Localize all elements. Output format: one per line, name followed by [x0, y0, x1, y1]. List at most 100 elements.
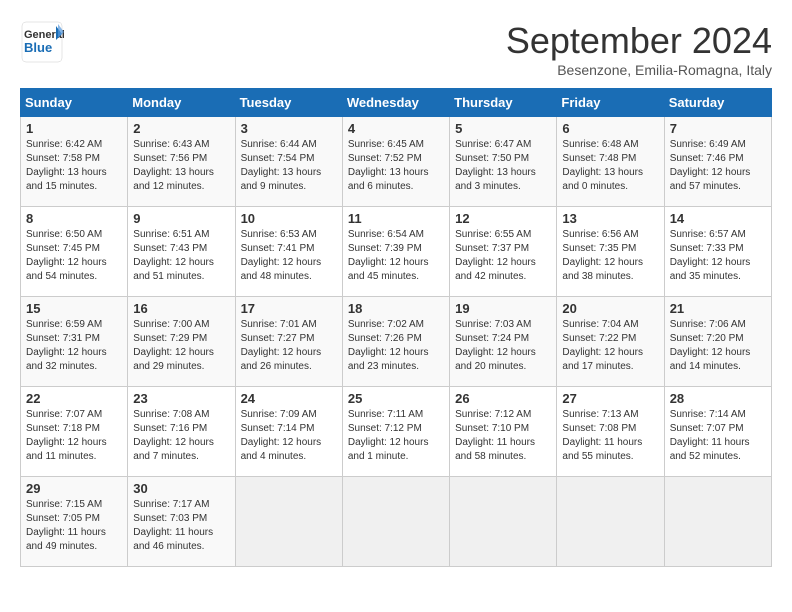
calendar-cell: [664, 477, 771, 567]
day-number: 16: [133, 301, 229, 316]
calendar-cell: [450, 477, 557, 567]
logo: General Blue: [20, 20, 64, 64]
day-number: 12: [455, 211, 551, 226]
calendar-week-row: 8Sunrise: 6:50 AM Sunset: 7:45 PM Daylig…: [21, 207, 772, 297]
calendar-cell: 21 Sunrise: 7:06 AM Sunset: 7:20 PM Dayli…: [664, 297, 771, 387]
calendar-cell: 2Sunrise: 6:43 AM Sunset: 7:56 PM Daylig…: [128, 117, 235, 207]
calendar-cell: 11Sunrise: 6:54 AM Sunset: 7:39 PM Dayli…: [342, 207, 449, 297]
calendar-day-header: Wednesday: [342, 89, 449, 117]
calendar-day-header: Saturday: [664, 89, 771, 117]
calendar-day-header: Monday: [128, 89, 235, 117]
calendar-cell: 6 Sunrise: 6:48 AM Sunset: 7:48 PM Daylig…: [557, 117, 664, 207]
day-detail: Sunrise: 6:53 AM Sunset: 7:41 PM Dayligh…: [241, 228, 337, 284]
logo-svg: General Blue: [20, 20, 64, 64]
calendar-week-row: 22 Sunrise: 7:07 AM Sunset: 7:18 PM Dayli…: [21, 387, 772, 477]
day-number: 28: [670, 391, 766, 406]
day-number: 20: [562, 301, 658, 316]
day-number: 5: [455, 121, 551, 136]
calendar-cell: 18 Sunrise: 7:02 AM Sunset: 7:26 PM Dayli…: [342, 297, 449, 387]
calendar-cell: 29 Sunrise: 7:15 AM Sunset: 7:05 PM Dayli…: [21, 477, 128, 567]
day-detail: Sunrise: 7:07 AM Sunset: 7:18 PM Dayligh…: [26, 408, 122, 464]
calendar-cell: 17Sunrise: 7:01 AM Sunset: 7:27 PM Dayli…: [235, 297, 342, 387]
calendar-cell: [557, 477, 664, 567]
calendar-cell: 16 Sunrise: 7:00 AM Sunset: 7:29 PM Dayli…: [128, 297, 235, 387]
day-number: 4: [348, 121, 444, 136]
calendar-week-row: 1Sunrise: 6:42 AM Sunset: 7:58 PM Daylig…: [21, 117, 772, 207]
day-number: 22: [26, 391, 122, 406]
calendar-cell: 15Sunrise: 6:59 AM Sunset: 7:31 PM Dayli…: [21, 297, 128, 387]
day-number: 1: [26, 121, 122, 136]
day-number: 18: [348, 301, 444, 316]
day-detail: Sunrise: 6:55 AM Sunset: 7:37 PM Dayligh…: [455, 228, 551, 284]
calendar-cell: 14 Sunrise: 6:57 AM Sunset: 7:33 PM Dayli…: [664, 207, 771, 297]
calendar-cell: 27 Sunrise: 7:13 AM Sunset: 7:08 PM Dayli…: [557, 387, 664, 477]
calendar-cell: 5Sunrise: 6:47 AM Sunset: 7:50 PM Daylig…: [450, 117, 557, 207]
calendar-cell: 20Sunrise: 7:04 AM Sunset: 7:22 PM Dayli…: [557, 297, 664, 387]
day-number: 26: [455, 391, 551, 406]
calendar-cell: [235, 477, 342, 567]
calendar-cell: 24 Sunrise: 7:09 AM Sunset: 7:14 PM Dayli…: [235, 387, 342, 477]
day-detail: Sunrise: 6:56 AM Sunset: 7:35 PM Dayligh…: [562, 228, 658, 284]
day-detail: Sunrise: 7:02 AM Sunset: 7:26 PM Dayligh…: [348, 318, 444, 374]
calendar-cell: 12 Sunrise: 6:55 AM Sunset: 7:37 PM Dayli…: [450, 207, 557, 297]
day-detail: Sunrise: 7:15 AM Sunset: 7:05 PM Dayligh…: [26, 498, 122, 554]
day-number: 2: [133, 121, 229, 136]
calendar-table: SundayMondayTuesdayWednesdayThursdayFrid…: [20, 88, 772, 567]
day-number: 15: [26, 301, 122, 316]
calendar-cell: 13 Sunrise: 6:56 AM Sunset: 7:35 PM Dayli…: [557, 207, 664, 297]
svg-text:Blue: Blue: [24, 40, 52, 55]
calendar-cell: 30 Sunrise: 7:17 AM Sunset: 7:03 PM Dayli…: [128, 477, 235, 567]
day-number: 9: [133, 211, 229, 226]
day-number: 23: [133, 391, 229, 406]
day-number: 17: [241, 301, 337, 316]
day-detail: Sunrise: 6:57 AM Sunset: 7:33 PM Dayligh…: [670, 228, 766, 284]
day-number: 25: [348, 391, 444, 406]
day-detail: Sunrise: 7:09 AM Sunset: 7:14 PM Dayligh…: [241, 408, 337, 464]
title-block: September 2024 Besenzone, Emilia-Romagna…: [506, 20, 772, 78]
day-detail: Sunrise: 7:12 AM Sunset: 7:10 PM Dayligh…: [455, 408, 551, 464]
calendar-week-row: 29 Sunrise: 7:15 AM Sunset: 7:05 PM Dayli…: [21, 477, 772, 567]
day-detail: Sunrise: 6:49 AM Sunset: 7:46 PM Dayligh…: [670, 138, 766, 194]
day-number: 27: [562, 391, 658, 406]
day-number: 10: [241, 211, 337, 226]
calendar-cell: 28Sunrise: 7:14 AM Sunset: 7:07 PM Dayli…: [664, 387, 771, 477]
day-detail: Sunrise: 7:11 AM Sunset: 7:12 PM Dayligh…: [348, 408, 444, 464]
day-number: 19: [455, 301, 551, 316]
day-number: 6: [562, 121, 658, 136]
day-detail: Sunrise: 7:06 AM Sunset: 7:20 PM Dayligh…: [670, 318, 766, 374]
day-number: 8: [26, 211, 122, 226]
day-detail: Sunrise: 7:13 AM Sunset: 7:08 PM Dayligh…: [562, 408, 658, 464]
day-number: 24: [241, 391, 337, 406]
calendar-cell: 25 Sunrise: 7:11 AM Sunset: 7:12 PM Dayli…: [342, 387, 449, 477]
location-subtitle: Besenzone, Emilia-Romagna, Italy: [506, 62, 772, 78]
day-detail: Sunrise: 6:45 AM Sunset: 7:52 PM Dayligh…: [348, 138, 444, 194]
calendar-cell: 7 Sunrise: 6:49 AM Sunset: 7:46 PM Daylig…: [664, 117, 771, 207]
day-detail: Sunrise: 6:48 AM Sunset: 7:48 PM Dayligh…: [562, 138, 658, 194]
calendar-day-header: Friday: [557, 89, 664, 117]
calendar-cell: 9 Sunrise: 6:51 AM Sunset: 7:43 PM Daylig…: [128, 207, 235, 297]
day-detail: Sunrise: 7:03 AM Sunset: 7:24 PM Dayligh…: [455, 318, 551, 374]
calendar-cell: 1Sunrise: 6:42 AM Sunset: 7:58 PM Daylig…: [21, 117, 128, 207]
day-number: 21: [670, 301, 766, 316]
calendar-cell: 19 Sunrise: 7:03 AM Sunset: 7:24 PM Dayli…: [450, 297, 557, 387]
day-number: 7: [670, 121, 766, 136]
day-number: 13: [562, 211, 658, 226]
page-header: General Blue September 2024 Besenzone, E…: [20, 20, 772, 78]
day-detail: Sunrise: 6:51 AM Sunset: 7:43 PM Dayligh…: [133, 228, 229, 284]
calendar-day-header: Thursday: [450, 89, 557, 117]
calendar-cell: 22 Sunrise: 7:07 AM Sunset: 7:18 PM Dayli…: [21, 387, 128, 477]
calendar-week-row: 15Sunrise: 6:59 AM Sunset: 7:31 PM Dayli…: [21, 297, 772, 387]
calendar-day-header: Tuesday: [235, 89, 342, 117]
calendar-day-header: Sunday: [21, 89, 128, 117]
day-detail: Sunrise: 6:44 AM Sunset: 7:54 PM Dayligh…: [241, 138, 337, 194]
day-number: 30: [133, 481, 229, 496]
day-number: 29: [26, 481, 122, 496]
day-detail: Sunrise: 6:54 AM Sunset: 7:39 PM Dayligh…: [348, 228, 444, 284]
day-detail: Sunrise: 7:00 AM Sunset: 7:29 PM Dayligh…: [133, 318, 229, 374]
calendar-cell: 8Sunrise: 6:50 AM Sunset: 7:45 PM Daylig…: [21, 207, 128, 297]
calendar-cell: [342, 477, 449, 567]
day-detail: Sunrise: 7:17 AM Sunset: 7:03 PM Dayligh…: [133, 498, 229, 554]
day-number: 14: [670, 211, 766, 226]
calendar-cell: 4 Sunrise: 6:45 AM Sunset: 7:52 PM Daylig…: [342, 117, 449, 207]
month-title: September 2024: [506, 20, 772, 62]
